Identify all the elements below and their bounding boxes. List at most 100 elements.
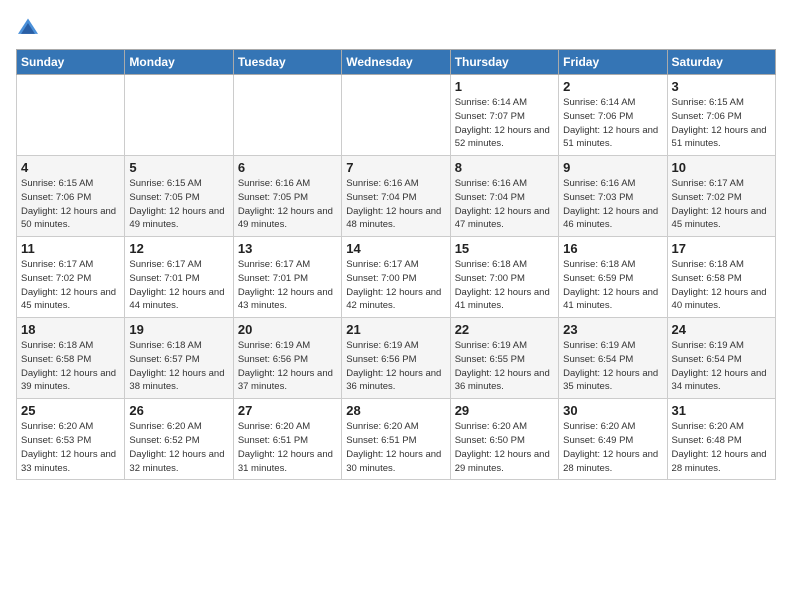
- calendar-cell: 31 Sunrise: 6:20 AMSunset: 6:48 PMDayligh…: [667, 399, 775, 480]
- calendar-cell: 20 Sunrise: 6:19 AMSunset: 6:56 PMDayligh…: [233, 318, 341, 399]
- day-info: Sunrise: 6:20 AMSunset: 6:51 PMDaylight:…: [346, 420, 445, 475]
- day-info: Sunrise: 6:15 AMSunset: 7:06 PMDaylight:…: [21, 177, 120, 232]
- day-info: Sunrise: 6:15 AMSunset: 7:06 PMDaylight:…: [672, 96, 771, 151]
- day-number: 3: [672, 79, 771, 94]
- day-info: Sunrise: 6:18 AMSunset: 6:59 PMDaylight:…: [563, 258, 662, 313]
- calendar-cell: 27 Sunrise: 6:20 AMSunset: 6:51 PMDayligh…: [233, 399, 341, 480]
- day-number: 11: [21, 241, 120, 256]
- generalblue-logo-icon: [16, 17, 40, 37]
- calendar-cell: 25 Sunrise: 6:20 AMSunset: 6:53 PMDayligh…: [17, 399, 125, 480]
- day-number: 7: [346, 160, 445, 175]
- day-number: 29: [455, 403, 554, 418]
- day-info: Sunrise: 6:19 AMSunset: 6:54 PMDaylight:…: [563, 339, 662, 394]
- calendar-cell: 3 Sunrise: 6:15 AMSunset: 7:06 PMDaylight…: [667, 75, 775, 156]
- calendar-cell: 30 Sunrise: 6:20 AMSunset: 6:49 PMDayligh…: [559, 399, 667, 480]
- column-header-monday: Monday: [125, 50, 233, 75]
- day-info: Sunrise: 6:14 AMSunset: 7:07 PMDaylight:…: [455, 96, 554, 151]
- day-info: Sunrise: 6:20 AMSunset: 6:52 PMDaylight:…: [129, 420, 228, 475]
- calendar-cell: 28 Sunrise: 6:20 AMSunset: 6:51 PMDayligh…: [342, 399, 450, 480]
- day-number: 16: [563, 241, 662, 256]
- calendar-cell: 8 Sunrise: 6:16 AMSunset: 7:04 PMDaylight…: [450, 156, 558, 237]
- day-info: Sunrise: 6:19 AMSunset: 6:54 PMDaylight:…: [672, 339, 771, 394]
- calendar-cell: 1Sunrise: 6:14 AMSunset: 7:07 PMDaylight…: [450, 75, 558, 156]
- day-info: Sunrise: 6:17 AMSunset: 7:02 PMDaylight:…: [21, 258, 120, 313]
- logo: [16, 16, 44, 37]
- calendar-cell: 6 Sunrise: 6:16 AMSunset: 7:05 PMDaylight…: [233, 156, 341, 237]
- calendar-cell: 7 Sunrise: 6:16 AMSunset: 7:04 PMDaylight…: [342, 156, 450, 237]
- day-number: 10: [672, 160, 771, 175]
- day-info: Sunrise: 6:16 AMSunset: 7:05 PMDaylight:…: [238, 177, 337, 232]
- calendar-cell: 15 Sunrise: 6:18 AMSunset: 7:00 PMDayligh…: [450, 237, 558, 318]
- calendar-cell: 4 Sunrise: 6:15 AMSunset: 7:06 PMDaylight…: [17, 156, 125, 237]
- header: [16, 16, 776, 37]
- day-info: Sunrise: 6:20 AMSunset: 6:51 PMDaylight:…: [238, 420, 337, 475]
- calendar-cell: 24 Sunrise: 6:19 AMSunset: 6:54 PMDayligh…: [667, 318, 775, 399]
- day-info: Sunrise: 6:17 AMSunset: 7:02 PMDaylight:…: [672, 177, 771, 232]
- day-info: Sunrise: 6:16 AMSunset: 7:04 PMDaylight:…: [455, 177, 554, 232]
- calendar-cell: [17, 75, 125, 156]
- day-number: 2: [563, 79, 662, 94]
- day-number: 27: [238, 403, 337, 418]
- calendar-cell: 21Sunrise: 6:19 AMSunset: 6:56 PMDayligh…: [342, 318, 450, 399]
- calendar-cell: 23 Sunrise: 6:19 AMSunset: 6:54 PMDayligh…: [559, 318, 667, 399]
- day-number: 30: [563, 403, 662, 418]
- day-number: 21: [346, 322, 445, 337]
- calendar-cell: 14Sunrise: 6:17 AMSunset: 7:00 PMDayligh…: [342, 237, 450, 318]
- calendar-cell: 18Sunrise: 6:18 AMSunset: 6:58 PMDayligh…: [17, 318, 125, 399]
- day-number: 25: [21, 403, 120, 418]
- day-number: 19: [129, 322, 228, 337]
- day-info: Sunrise: 6:20 AMSunset: 6:50 PMDaylight:…: [455, 420, 554, 475]
- day-info: Sunrise: 6:18 AMSunset: 7:00 PMDaylight:…: [455, 258, 554, 313]
- day-number: 17: [672, 241, 771, 256]
- calendar-cell: 29 Sunrise: 6:20 AMSunset: 6:50 PMDayligh…: [450, 399, 558, 480]
- calendar-cell: [233, 75, 341, 156]
- day-number: 9: [563, 160, 662, 175]
- calendar-cell: 11 Sunrise: 6:17 AMSunset: 7:02 PMDayligh…: [17, 237, 125, 318]
- calendar-cell: 10 Sunrise: 6:17 AMSunset: 7:02 PMDayligh…: [667, 156, 775, 237]
- calendar-cell: [125, 75, 233, 156]
- day-number: 26: [129, 403, 228, 418]
- day-number: 4: [21, 160, 120, 175]
- column-header-saturday: Saturday: [667, 50, 775, 75]
- day-number: 12: [129, 241, 228, 256]
- day-info: Sunrise: 6:16 AMSunset: 7:03 PMDaylight:…: [563, 177, 662, 232]
- day-info: Sunrise: 6:18 AMSunset: 6:58 PMDaylight:…: [21, 339, 120, 394]
- day-info: Sunrise: 6:17 AMSunset: 7:01 PMDaylight:…: [129, 258, 228, 313]
- calendar-cell: 17 Sunrise: 6:18 AMSunset: 6:58 PMDayligh…: [667, 237, 775, 318]
- column-header-wednesday: Wednesday: [342, 50, 450, 75]
- day-info: Sunrise: 6:14 AMSunset: 7:06 PMDaylight:…: [563, 96, 662, 151]
- column-header-thursday: Thursday: [450, 50, 558, 75]
- day-number: 5: [129, 160, 228, 175]
- day-number: 31: [672, 403, 771, 418]
- day-number: 28: [346, 403, 445, 418]
- calendar-cell: 13 Sunrise: 6:17 AMSunset: 7:01 PMDayligh…: [233, 237, 341, 318]
- column-header-tuesday: Tuesday: [233, 50, 341, 75]
- calendar-cell: 16 Sunrise: 6:18 AMSunset: 6:59 PMDayligh…: [559, 237, 667, 318]
- day-number: 13: [238, 241, 337, 256]
- calendar-cell: 19 Sunrise: 6:18 AMSunset: 6:57 PMDayligh…: [125, 318, 233, 399]
- day-info: Sunrise: 6:16 AMSunset: 7:04 PMDaylight:…: [346, 177, 445, 232]
- day-info: Sunrise: 6:20 AMSunset: 6:53 PMDaylight:…: [21, 420, 120, 475]
- day-info: Sunrise: 6:20 AMSunset: 6:48 PMDaylight:…: [672, 420, 771, 475]
- day-info: Sunrise: 6:20 AMSunset: 6:49 PMDaylight:…: [563, 420, 662, 475]
- day-number: 15: [455, 241, 554, 256]
- day-number: 22: [455, 322, 554, 337]
- day-info: Sunrise: 6:17 AMSunset: 7:01 PMDaylight:…: [238, 258, 337, 313]
- day-info: Sunrise: 6:18 AMSunset: 6:58 PMDaylight:…: [672, 258, 771, 313]
- day-number: 8: [455, 160, 554, 175]
- calendar-cell: 12 Sunrise: 6:17 AMSunset: 7:01 PMDayligh…: [125, 237, 233, 318]
- calendar-cell: 2 Sunrise: 6:14 AMSunset: 7:06 PMDaylight…: [559, 75, 667, 156]
- day-info: Sunrise: 6:18 AMSunset: 6:57 PMDaylight:…: [129, 339, 228, 394]
- day-number: 20: [238, 322, 337, 337]
- calendar-cell: [342, 75, 450, 156]
- day-number: 6: [238, 160, 337, 175]
- calendar-cell: 22 Sunrise: 6:19 AMSunset: 6:55 PMDayligh…: [450, 318, 558, 399]
- calendar-cell: 9 Sunrise: 6:16 AMSunset: 7:03 PMDaylight…: [559, 156, 667, 237]
- day-info: Sunrise: 6:19 AMSunset: 6:55 PMDaylight:…: [455, 339, 554, 394]
- day-info: Sunrise: 6:15 AMSunset: 7:05 PMDaylight:…: [129, 177, 228, 232]
- day-number: 23: [563, 322, 662, 337]
- day-info: Sunrise: 6:19 AMSunset: 6:56 PMDaylight:…: [238, 339, 337, 394]
- calendar-cell: 5 Sunrise: 6:15 AMSunset: 7:05 PMDaylight…: [125, 156, 233, 237]
- day-number: 24: [672, 322, 771, 337]
- column-header-sunday: Sunday: [17, 50, 125, 75]
